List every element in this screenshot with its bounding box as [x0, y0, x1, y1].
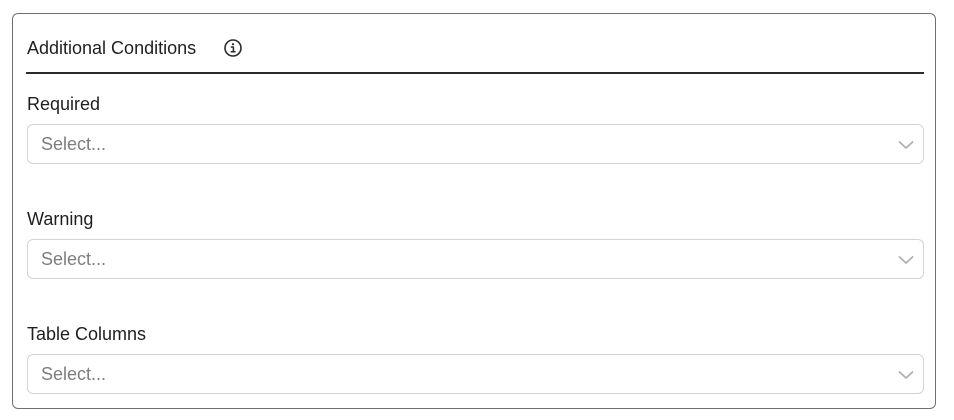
required-label: Required: [27, 94, 101, 114]
warning-select[interactable]: Select...: [27, 239, 924, 279]
chevron-down-icon[interactable]: [897, 252, 915, 268]
table-columns-select-placeholder: Select...: [41, 364, 107, 384]
warning-select-placeholder: Select...: [41, 249, 107, 269]
required-select-placeholder: Select...: [41, 134, 107, 154]
additional-conditions-panel: Additional Conditions Required Select...…: [12, 13, 936, 409]
warning-label: Warning: [27, 209, 94, 229]
required-select[interactable]: Select...: [27, 124, 924, 164]
panel-header: Additional Conditions: [26, 32, 924, 74]
chevron-down-icon[interactable]: [897, 367, 915, 383]
panel-title: Additional Conditions: [27, 38, 197, 58]
chevron-down-icon[interactable]: [897, 137, 915, 153]
info-icon[interactable]: [223, 38, 243, 58]
table-columns-select[interactable]: Select...: [27, 354, 924, 394]
table-columns-label: Table Columns: [27, 324, 147, 344]
